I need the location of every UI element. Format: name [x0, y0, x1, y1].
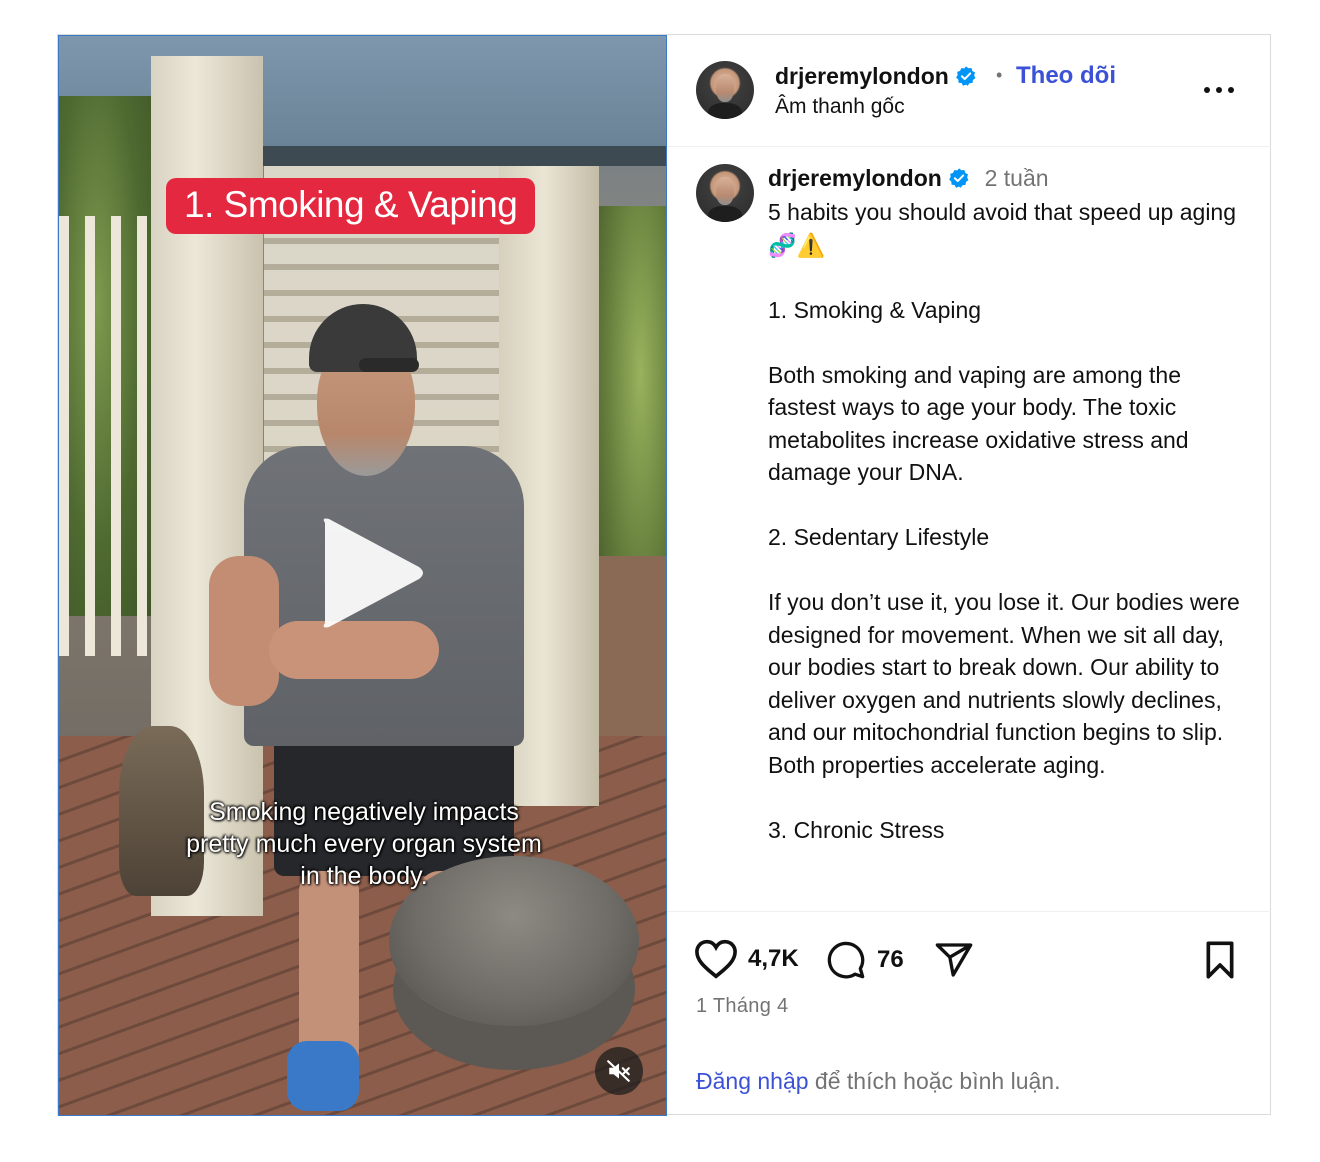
- heart-icon: [695, 939, 737, 979]
- more-options-button[interactable]: [1199, 77, 1239, 101]
- login-prompt: Đăng nhập để thích hoặc bình luận.: [696, 1068, 1060, 1095]
- caption-avatar[interactable]: [696, 164, 754, 222]
- more-options-icon: [1204, 86, 1234, 93]
- caption-username[interactable]: drjeremylondon: [768, 165, 942, 191]
- verified-badge-icon: [949, 168, 969, 188]
- share-button[interactable]: [932, 940, 976, 980]
- caption-text: 5 habits you should avoid that speed up …: [768, 199, 1240, 843]
- avatar[interactable]: [696, 61, 754, 119]
- caption-header: drjeremylondon 2 tuần: [768, 165, 1049, 192]
- username-link[interactable]: drjeremylondon: [775, 63, 977, 90]
- reel-video[interactable]: 1. Smoking & Vaping Smoking negatively i…: [58, 35, 667, 1116]
- share-icon: [935, 943, 973, 977]
- follow-button[interactable]: Theo dõi: [1016, 62, 1116, 90]
- mute-button[interactable]: [595, 1047, 643, 1095]
- like-count: 4,7K: [748, 945, 799, 972]
- action-bar: 4,7K 76 1 Tháng 4 Đăng nhập để thích hoặ…: [667, 911, 1271, 1116]
- comment-count: 76: [877, 946, 904, 973]
- speaker-muted-icon: [607, 1060, 630, 1082]
- video-title-overlay: 1. Smoking & Vaping: [166, 178, 536, 234]
- login-link[interactable]: Đăng nhập: [696, 1068, 809, 1094]
- video-subtitle: Smoking negatively impacts pretty much e…: [186, 798, 542, 890]
- login-prompt-text: để thích hoặc bình luận.: [808, 1068, 1061, 1094]
- like-button[interactable]: 4,7K: [694, 939, 799, 979]
- verified-badge-icon: [956, 66, 976, 86]
- caption-section: drjeremylondon 2 tuần 5 habits you shoul…: [667, 147, 1271, 911]
- play-icon[interactable]: [313, 513, 428, 633]
- post-header: drjeremylondon • Theo dõi Âm thanh gốc: [667, 35, 1271, 147]
- separator-dot: •: [996, 65, 1003, 85]
- original-audio-link[interactable]: Âm thanh gốc: [775, 95, 905, 119]
- instagram-post: 1. Smoking & Vaping Smoking negatively i…: [57, 34, 1271, 1116]
- bookmark-icon: [1206, 941, 1234, 979]
- post-age[interactable]: 2 tuần: [985, 165, 1049, 191]
- post-date[interactable]: 1 Tháng 4: [696, 995, 788, 1018]
- post-details-pane: drjeremylondon • Theo dõi Âm thanh gốc d…: [667, 35, 1271, 1116]
- save-button[interactable]: [1202, 940, 1238, 980]
- comment-button[interactable]: 76: [825, 940, 904, 980]
- comment-icon: [827, 941, 865, 979]
